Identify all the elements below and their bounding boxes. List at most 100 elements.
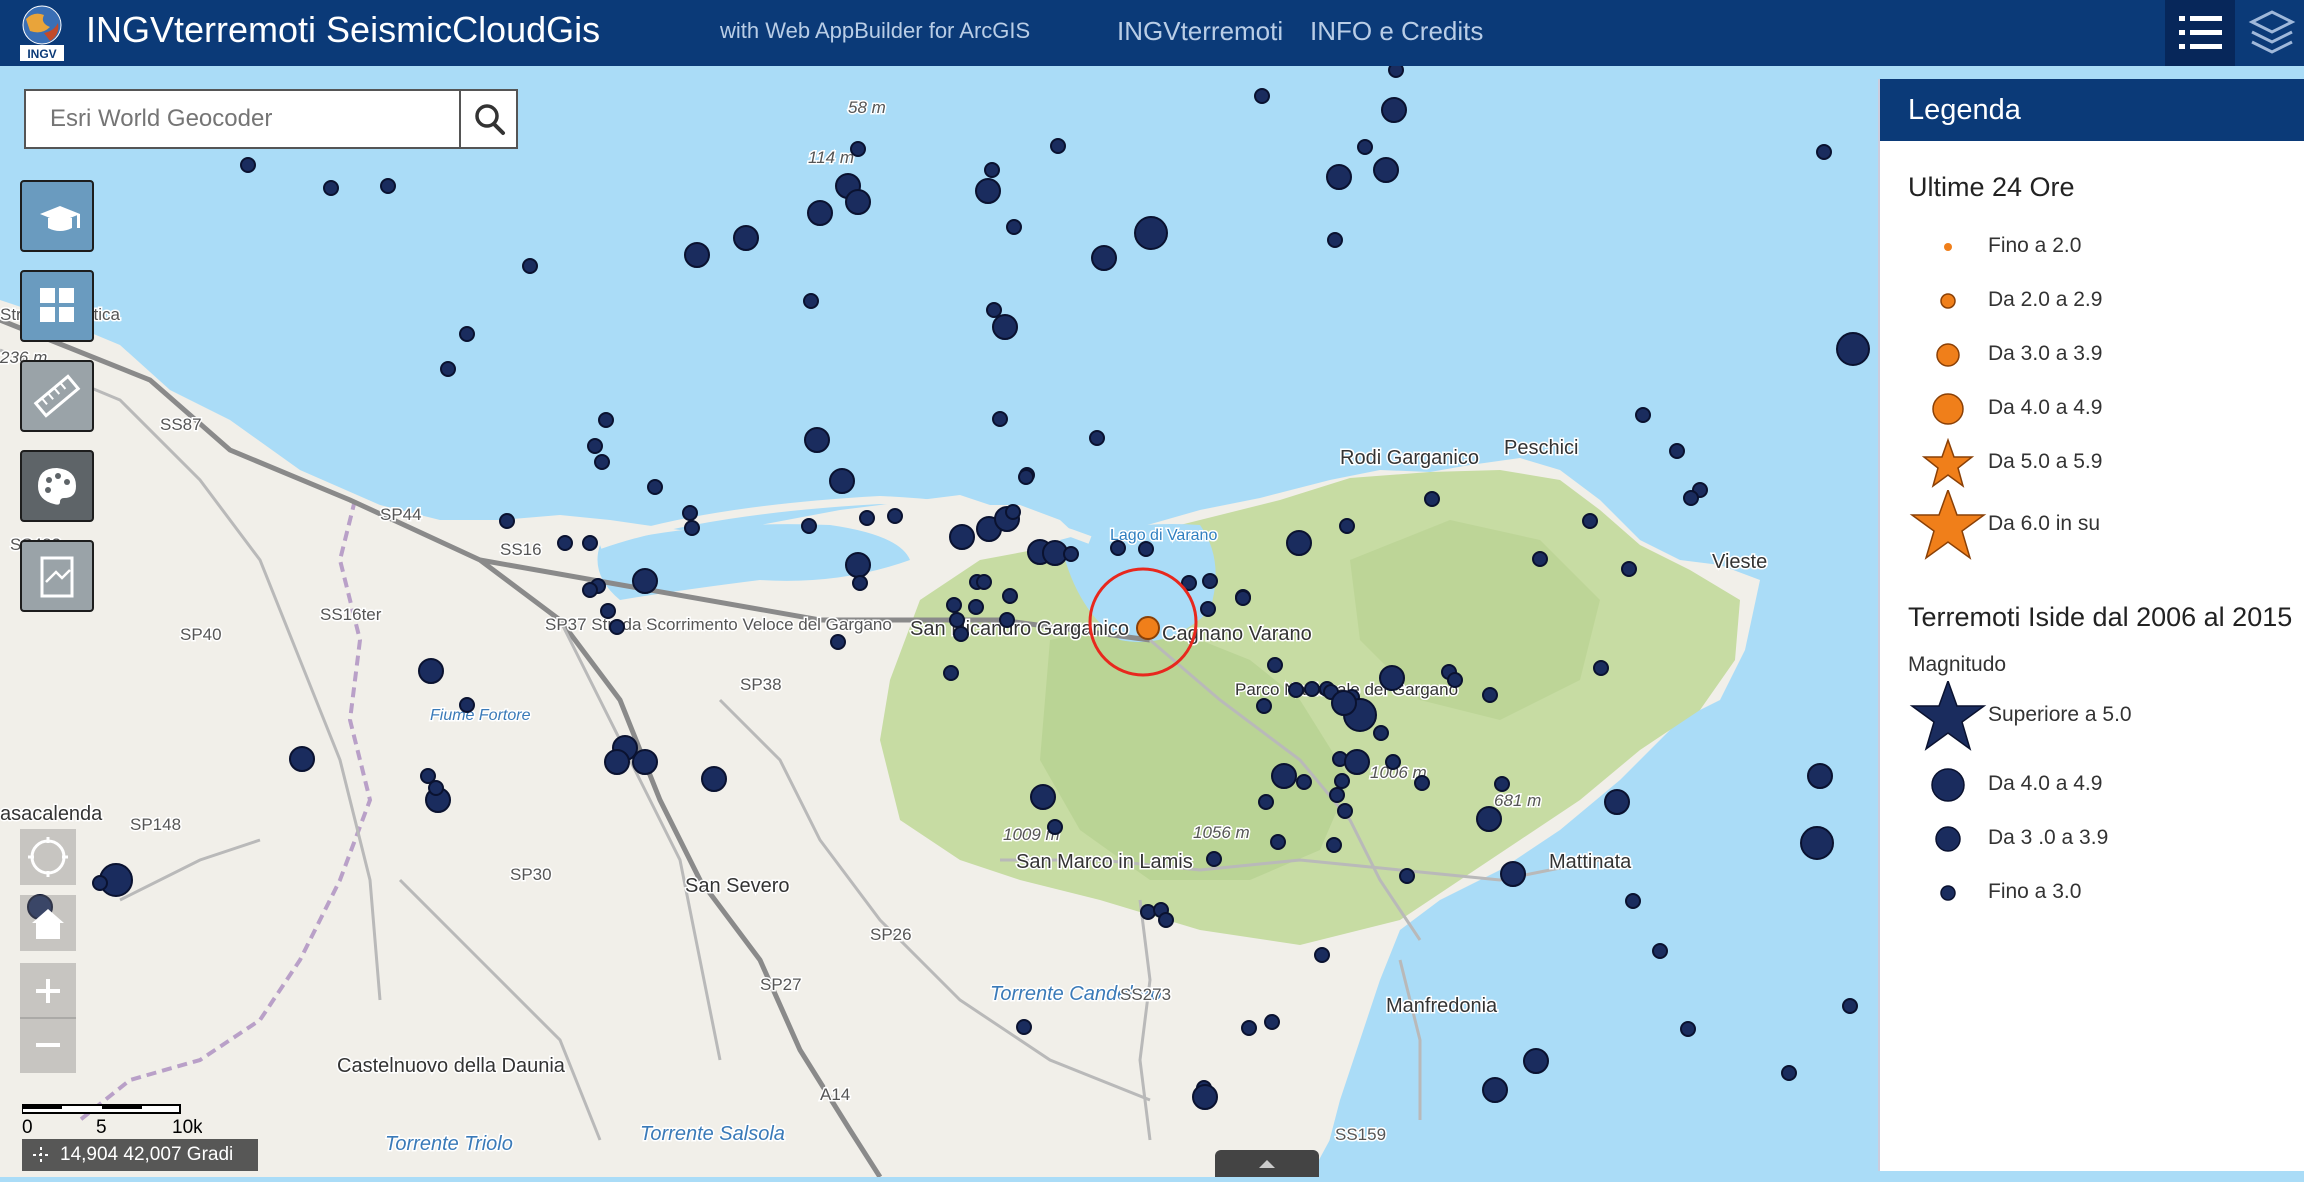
about-tool-button[interactable] <box>20 180 94 252</box>
earthquake-point <box>1373 157 1399 183</box>
historic-quake-symbol <box>1935 826 1961 852</box>
legend-item: Da 2.0 a 2.9 <box>1880 276 2300 326</box>
earthquake-point <box>582 535 598 551</box>
locate-icon <box>28 837 68 877</box>
earthquake-point <box>1296 774 1312 790</box>
earthquake-point <box>1063 546 1079 562</box>
earthquake-point <box>1140 904 1156 920</box>
earthquake-point <box>1683 490 1699 506</box>
earthquake-point <box>1329 787 1345 803</box>
earthquake-point <box>1373 725 1389 741</box>
earthquake-point <box>999 612 1015 628</box>
earthquake-point <box>1669 443 1685 459</box>
earthquake-point <box>1399 868 1415 884</box>
place-label: San Nicandro Garganico <box>910 618 1129 640</box>
locate-button[interactable] <box>20 829 76 885</box>
earthquake-point <box>829 468 855 494</box>
earthquake-point <box>1258 794 1274 810</box>
earthquake-point <box>1339 518 1355 534</box>
earthquake-point <box>1593 660 1609 676</box>
place-label: Castelnuovo della Daunia <box>337 1055 566 1077</box>
legend-title: Legenda <box>1880 79 2304 141</box>
graduation-cap-icon <box>40 206 80 231</box>
coordinate-readout[interactable]: 14,904 42,007 Gradi <box>22 1139 258 1171</box>
scale-label: 0 <box>22 1117 33 1138</box>
star-icon <box>1909 490 1987 560</box>
svg-text:INGV: INGV <box>27 47 56 61</box>
home-icon <box>32 909 64 939</box>
earthquake-point <box>582 582 598 598</box>
earthquake-point <box>946 597 962 613</box>
earthquake-point <box>1018 469 1034 485</box>
historic-quake-symbol <box>1931 768 1965 802</box>
earthquake-point <box>1842 998 1858 1014</box>
print-tool-button[interactable] <box>20 540 94 612</box>
link-ingvterremoti[interactable]: INGVterremoti <box>1117 16 1283 47</box>
earthquake-point <box>1781 1065 1797 1081</box>
home-button[interactable] <box>20 895 76 951</box>
earthquake-point <box>992 411 1008 427</box>
earthquake-point <box>976 574 992 590</box>
search-button[interactable] <box>459 91 518 147</box>
recent-earthquake-point[interactable] <box>1136 616 1160 640</box>
earthquake-point <box>1621 561 1637 577</box>
scale-label: 5 <box>96 1117 107 1138</box>
earthquake-point <box>807 200 833 226</box>
road-label: SP27 <box>760 975 802 994</box>
earthquake-point <box>594 454 610 470</box>
link-info-credits[interactable]: INFO e Credits <box>1310 16 1483 47</box>
earthquake-point <box>1286 530 1312 556</box>
earthquake-point <box>684 520 700 536</box>
earthquake-point <box>1532 551 1548 567</box>
place-label: Torrente Salsola <box>640 1123 785 1145</box>
basemap-tool-button[interactable] <box>20 270 94 342</box>
legend-item: Da 5.0 a 5.9 <box>1880 438 2300 488</box>
place-label: Vieste <box>1712 551 1767 573</box>
earthquake-point <box>953 626 969 642</box>
scale-bar: 0 5 10km <box>22 1104 202 1138</box>
search-input[interactable] <box>26 91 458 147</box>
road-label: SS16 <box>500 540 542 559</box>
earthquake-point <box>600 603 616 619</box>
measure-tool-button[interactable] <box>20 360 94 432</box>
zoom-out-button[interactable] <box>20 1017 76 1073</box>
earthquake-point <box>845 552 871 578</box>
legend-panel: Legenda Ultime 24 Ore Fino a 2.0 Da 2.0 … <box>1878 79 2304 1171</box>
minus-icon <box>36 1043 60 1047</box>
zoom-in-button[interactable] <box>20 963 76 1019</box>
earthquake-point <box>1304 681 1320 697</box>
layers-button[interactable] <box>2240 0 2304 66</box>
legend-section-title: Terremoti Iside dal 2006 al 2015 <box>1908 602 2293 632</box>
recent-quake-symbol <box>1932 393 1964 425</box>
earthquake-point <box>1482 1077 1508 1103</box>
road-label: SP38 <box>740 675 782 694</box>
earthquake-point <box>1424 491 1440 507</box>
earthquake-point <box>1379 665 1405 691</box>
place-label: Cagnano Varano <box>1162 623 1312 645</box>
place-label: Peschici <box>1504 437 1578 459</box>
earthquake-point <box>1816 144 1832 160</box>
crosshair-icon <box>33 1147 49 1163</box>
earthquake-point <box>1134 216 1168 250</box>
earthquake-point <box>1254 88 1270 104</box>
earthquake-point <box>1138 541 1154 557</box>
attribute-table-toggle[interactable] <box>1215 1150 1319 1177</box>
place-label: asacalenda <box>0 803 103 825</box>
earthquake-point <box>1327 232 1343 248</box>
earthquake-point <box>1047 819 1063 835</box>
earthquake-point <box>1476 806 1502 832</box>
earthquake-point <box>986 302 1002 318</box>
earthquake-point <box>1388 66 1404 78</box>
road-label: SS159 <box>1335 1125 1386 1144</box>
road-label: SP30 <box>510 865 552 884</box>
earthquake-point <box>1271 763 1297 789</box>
legend-button[interactable] <box>2165 0 2235 66</box>
earthquake-point <box>1005 504 1021 520</box>
draw-tool-button[interactable] <box>20 450 94 522</box>
chevron-up-icon <box>1259 1160 1275 1168</box>
earthquake-point <box>1381 97 1407 123</box>
earthquake-point <box>852 575 868 591</box>
earthquake-point <box>845 189 871 215</box>
earthquake-point <box>609 619 625 635</box>
earthquake-point <box>887 508 903 524</box>
